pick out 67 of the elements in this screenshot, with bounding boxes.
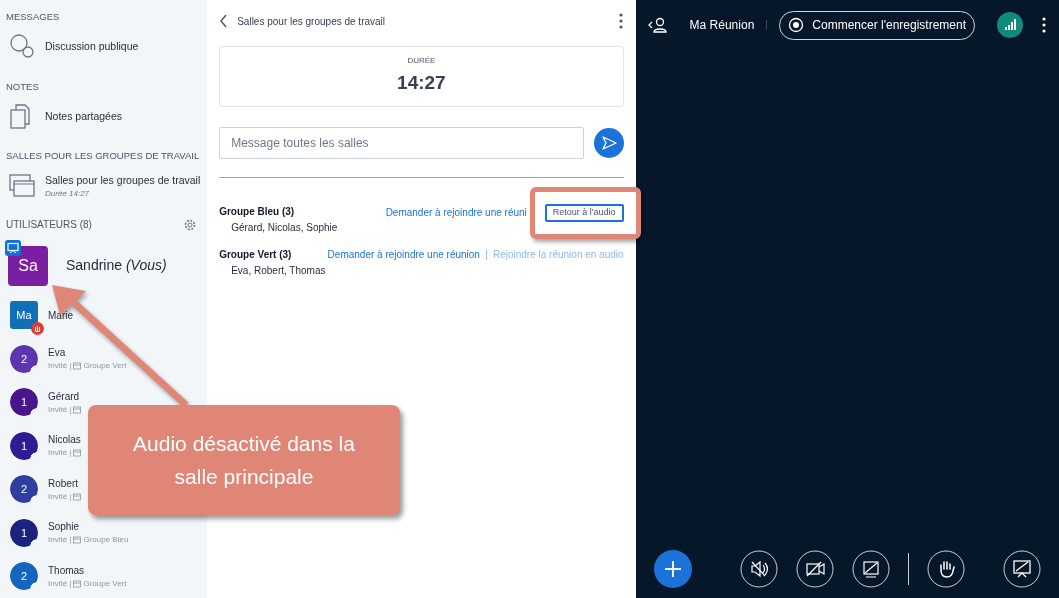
room-icon (73, 449, 82, 458)
return-audio-button[interactable]: Retour à l'audio (544, 204, 624, 222)
speaker-muted-icon[interactable] (739, 550, 778, 588)
user-avatar: 1 (10, 518, 38, 547)
group-name: Groupe Vert (3) (219, 248, 293, 262)
record-icon (788, 17, 805, 33)
screen-share-off-icon[interactable] (851, 550, 890, 588)
user-name: Robert (48, 476, 79, 491)
user-role: Invité | (48, 490, 72, 503)
raised-hand-icon (31, 322, 44, 336)
panel-title: Salles pour les groupes de travail (237, 14, 387, 29)
user-role: Invité | (48, 447, 72, 460)
presentation-icon (5, 239, 21, 256)
join-link[interactable]: Demander à rejoindre une réuni (385, 205, 527, 221)
room-icon (73, 536, 82, 545)
user-avatar: 1 (10, 431, 38, 460)
user-group: Groupe Bleu (83, 534, 129, 547)
user-name: Nicolas (48, 433, 82, 448)
user-name: Eva (48, 346, 67, 361)
user-role: Invité | (48, 534, 72, 547)
user-role: Invité | (48, 403, 72, 416)
sidebar-item[interactable]: Discussion publique (0, 24, 208, 70)
user-group: Groupe Vert (83, 360, 127, 373)
section-heading: SALLES POUR LES GROUPES DE TRAVAIL (5, 149, 201, 164)
sidebar-item[interactable]: Notes partagées (0, 93, 208, 140)
section-heading: MESSAGES (5, 10, 61, 24)
settings-icon[interactable] (183, 217, 198, 232)
user-group: Groupe Vert (83, 577, 127, 590)
add-button[interactable] (653, 550, 692, 588)
connection-signal-icon[interactable] (997, 12, 1023, 38)
send-button[interactable] (593, 128, 624, 158)
group-members: Gérard, Nicolas, Sophie (230, 221, 338, 235)
chat-bubbles-icon (8, 33, 36, 61)
join-link[interactable]: Demander à rejoindre une réunion (327, 247, 480, 262)
callout-note: Audio désactivé dans la salle principale (88, 405, 400, 515)
duration-label: DURÉE (407, 55, 436, 68)
sidebar-item[interactable]: Salles pour les groupes de travail Durée 14:27 (0, 163, 208, 210)
user-name: Gérard (48, 389, 81, 404)
section-heading: UTILISATEURS (8) (6, 218, 92, 233)
user-avatar: 2 (10, 475, 38, 504)
presentation-icon[interactable] (1002, 550, 1041, 588)
group-name: Groupe Bleu (3) (219, 205, 296, 219)
room-icon (73, 492, 82, 501)
section-heading: NOTES (5, 79, 40, 94)
user-name: Thomas (48, 563, 86, 578)
group-members: Eva, Robert, Thomas (230, 264, 326, 278)
user-list-toggle-icon[interactable] (647, 17, 668, 33)
message-field[interactable]: Message toutes les salles (219, 127, 584, 159)
user-avatar: 2 (10, 562, 38, 591)
duration-value: 14:27 (397, 71, 446, 96)
user-avatar: Sa (8, 245, 48, 286)
user-role: Invité | (48, 577, 72, 590)
user-name: Sandrine (Vous) (66, 256, 167, 276)
more-options-icon[interactable] (617, 13, 624, 29)
meeting-title: Ma Réunion (689, 17, 755, 34)
camera-off-icon[interactable] (795, 550, 834, 588)
user-name: Marie (48, 308, 73, 323)
room-icon (73, 405, 82, 414)
user-avatar: 1 (10, 388, 38, 417)
more-options-icon[interactable] (1041, 17, 1047, 33)
room-icon (73, 579, 82, 588)
user-role: Invité | (48, 360, 72, 373)
user-avatar: 2 (10, 344, 38, 373)
user-avatar: Ma (10, 301, 38, 330)
room-icon (73, 362, 82, 371)
raised-hand-icon[interactable] (926, 550, 965, 588)
user-name: Sophie (48, 520, 81, 535)
